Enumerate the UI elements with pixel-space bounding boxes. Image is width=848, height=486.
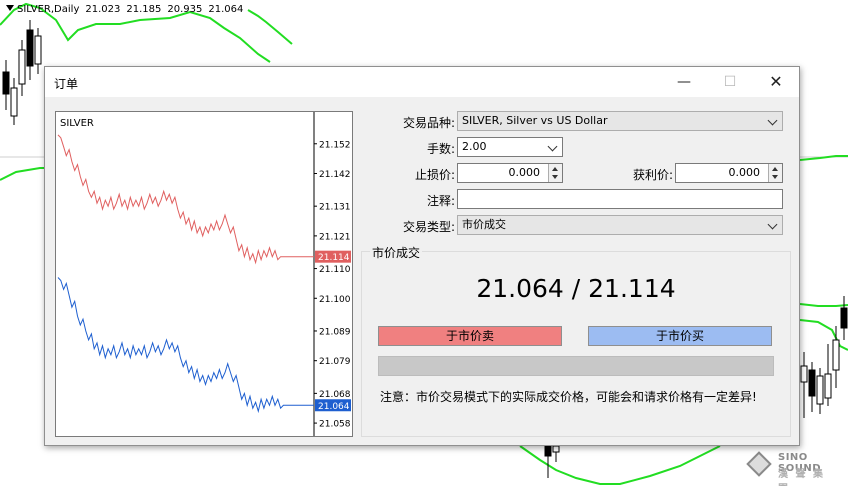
comment-input[interactable] — [457, 189, 783, 209]
collapse-triangle-icon[interactable] — [6, 5, 14, 11]
y-tick-label: 21.089 — [319, 327, 351, 337]
volume-select[interactable]: 2.00 — [457, 137, 563, 157]
buy-by-market-button[interactable]: 于市价买 — [588, 326, 772, 346]
tick-chart: SILVER 21.152 21.142 21.131 21.121 21.110 21.1… — [55, 111, 353, 437]
spin-down-icon[interactable] — [552, 175, 558, 179]
market-group-title: 市价成交 — [370, 244, 423, 261]
dialog-titlebar[interactable]: 订单 — ☐ ✕ — [45, 67, 799, 97]
spin-up-icon[interactable] — [772, 167, 778, 171]
bg-candles-bottom — [544, 445, 560, 478]
y-tick-label: 21.100 — [319, 295, 351, 305]
order-type-value: 市价成交 — [462, 218, 506, 231]
bid-price-line — [57, 277, 314, 414]
bg-candles-right — [800, 296, 848, 418]
chevron-down-icon — [547, 141, 558, 152]
sell-by-market-button[interactable]: 于市价卖 — [378, 326, 562, 346]
spin-up-icon[interactable] — [552, 167, 558, 171]
ask-price-line — [57, 134, 314, 265]
watermark-line2: 漢 聲 集 團 — [778, 469, 825, 486]
market-execution-group: 市价成交 21.064 / 21.114 于市价卖 于市价买 注意：市价交易模式… — [361, 244, 791, 437]
bg-chart-header: SILVER,Daily 21.023 21.185 20.935 21.064 — [6, 4, 243, 15]
bg-symbol-label: SILVER,Daily — [17, 4, 80, 15]
take-profit-label: 获利价: — [632, 168, 673, 182]
chevron-down-icon — [767, 115, 778, 126]
stop-loss-input[interactable]: 0.000 — [457, 163, 563, 183]
volume-value: 2.00 — [462, 140, 487, 153]
y-tick-label: 21.121 — [319, 232, 351, 242]
order-type-select[interactable]: 市价成交 — [457, 215, 783, 235]
take-profit-input[interactable]: 0.000 — [675, 163, 783, 183]
comment-label: 注释: — [426, 194, 455, 208]
ask-price-tag-label: 21.114 — [318, 253, 350, 263]
minimize-button[interactable]: — — [661, 67, 707, 97]
y-tick-label: 21.079 — [319, 357, 351, 367]
bg-open: 21.023 — [85, 4, 121, 15]
take-profit-value: 0.000 — [728, 166, 761, 179]
stop-loss-spinner[interactable] — [548, 164, 562, 182]
y-tick-label: 21.131 — [319, 203, 351, 213]
order-type-label: 交易类型: — [402, 220, 455, 234]
y-tick-label: 21.058 — [319, 420, 351, 430]
y-tick-label: 21.152 — [319, 140, 351, 150]
bg-lower-band — [0, 167, 44, 181]
bg-right-mid-band — [799, 303, 848, 307]
symbol-label: 交易品种: — [402, 116, 455, 130]
y-tick-label: 21.142 — [319, 170, 351, 180]
bid-ask-prices: 21.064 / 21.114 — [476, 274, 676, 303]
y-tick-label: 21.068 — [319, 390, 351, 400]
bg-upper-band-right — [247, 9, 293, 45]
maximize-button[interactable]: ☐ — [707, 67, 753, 97]
symbol-value: SILVER, Silver vs US Dollar — [462, 114, 608, 127]
volume-label: 手数: — [426, 142, 455, 156]
spin-down-icon[interactable] — [772, 175, 778, 179]
tick-chart-title: SILVER — [60, 118, 94, 129]
close-button[interactable]: ✕ — [753, 67, 799, 97]
symbol-select[interactable]: SILVER, Silver vs US Dollar — [457, 111, 783, 131]
bg-high: 21.185 — [126, 4, 162, 15]
order-dialog: 订单 — ☐ ✕ SILVER 21.152 21.142 21.131 21.121 2… — [44, 66, 800, 446]
sino-sound-watermark: SINO SOUND 漢 聲 集 團 — [746, 451, 842, 486]
execution-progress-bar — [378, 356, 774, 376]
take-profit-spinner[interactable] — [768, 164, 782, 182]
dialog-title: 订单 — [54, 77, 79, 91]
bid-price-tag-label: 21.064 — [318, 402, 350, 412]
logo-diamond-icon — [746, 451, 772, 477]
y-tick-label: 21.110 — [319, 265, 351, 275]
bg-candles-left — [2, 20, 42, 125]
stop-loss-label: 止损价: — [414, 168, 455, 182]
tick-chart-svg: SILVER 21.152 21.142 21.131 21.121 21.110 21.1… — [57, 112, 351, 436]
stop-loss-value: 0.000 — [508, 166, 541, 179]
bg-close: 21.064 — [208, 4, 244, 15]
bg-low: 20.935 — [167, 4, 203, 15]
chevron-down-icon — [767, 219, 778, 230]
market-warning-note: 注意：市价交易模式下的实际成交价格，可能会和请求价格有一定差异! — [380, 390, 757, 404]
